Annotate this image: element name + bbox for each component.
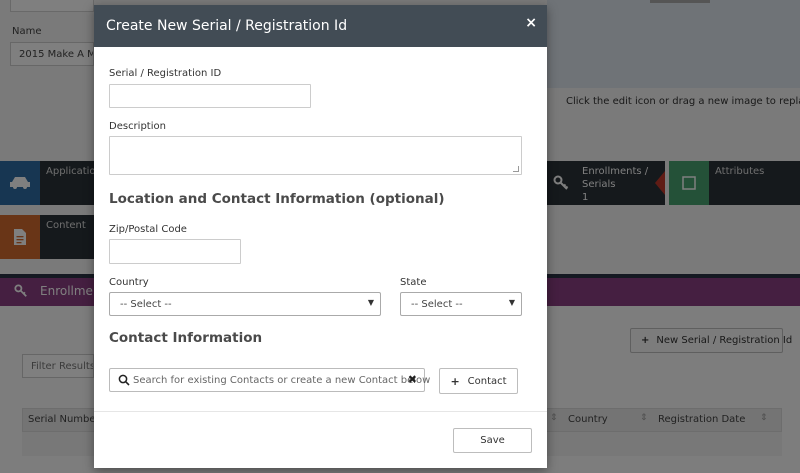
resize-handle[interactable] — [513, 166, 519, 172]
serial-input[interactable] — [109, 84, 311, 108]
add-contact-button[interactable]: + Contact — [439, 368, 518, 394]
zip-label: Zip/Postal Code — [109, 224, 187, 235]
state-select-value: -- Select -- — [411, 299, 463, 310]
add-contact-button-label: Contact — [467, 375, 507, 387]
country-select-value: -- Select -- — [120, 299, 172, 310]
location-heading: Location and Contact Information (option… — [109, 191, 445, 207]
state-select[interactable]: -- Select -- ▼ — [400, 292, 522, 316]
modal-title: Create New Serial / Registration Id — [106, 18, 348, 34]
state-label: State — [400, 277, 427, 288]
save-button-label: Save — [480, 435, 505, 446]
serial-label: Serial / Registration ID — [109, 68, 222, 79]
zip-input[interactable] — [109, 239, 241, 264]
description-label: Description — [109, 121, 166, 132]
clear-search-icon[interactable]: ✖ — [408, 373, 417, 386]
description-textarea[interactable] — [109, 136, 522, 175]
create-serial-modal: Create New Serial / Registration Id × Se… — [94, 5, 547, 468]
modal-footer-divider — [94, 411, 547, 412]
save-button[interactable]: Save — [453, 428, 532, 453]
contact-search-placeholder: Search for existing Contacts or create a… — [133, 375, 431, 386]
close-icon[interactable]: × — [525, 15, 537, 31]
contact-search-input[interactable]: Search for existing Contacts or create a… — [109, 368, 430, 392]
contact-heading: Contact Information — [109, 330, 263, 346]
modal-header: Create New Serial / Registration Id × — [94, 5, 547, 47]
caret-down-icon: ▼ — [508, 298, 515, 307]
country-select[interactable]: -- Select -- ▼ — [109, 292, 381, 316]
caret-down-icon: ▼ — [367, 298, 374, 307]
plus-icon: + — [450, 374, 460, 388]
search-icon — [118, 374, 130, 386]
country-label: Country — [109, 277, 149, 288]
